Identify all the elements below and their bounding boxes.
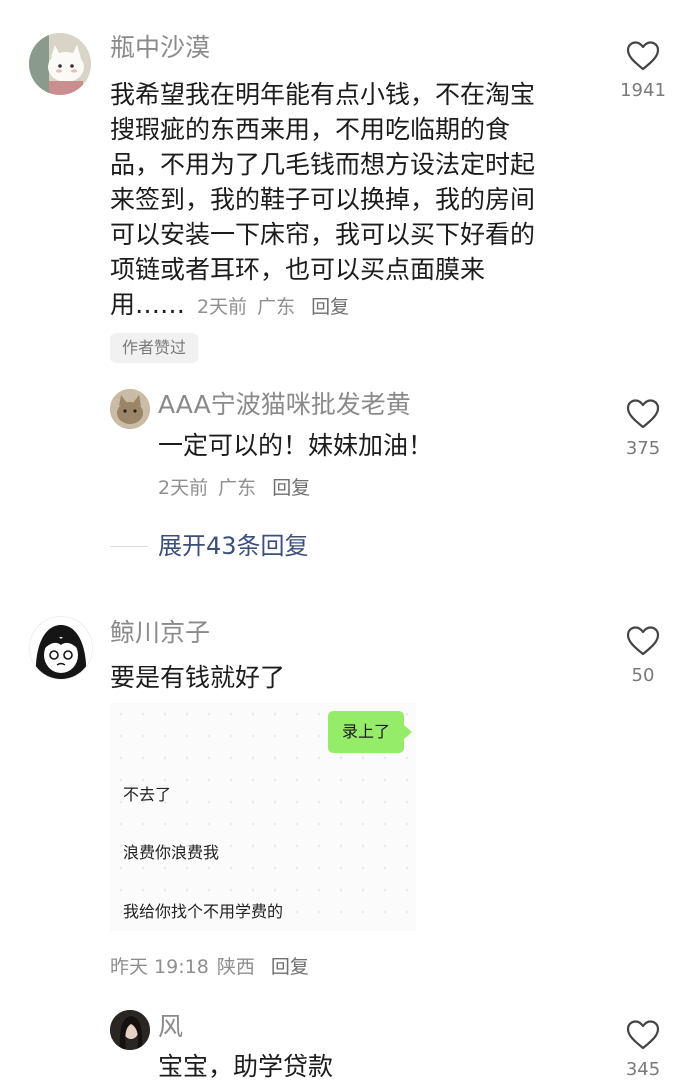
comment-line: 用…… [110,290,186,319]
avatar[interactable] [110,389,150,429]
reply-meta: 2天前 广东 回复 [158,476,310,500]
comment-time: 昨天 19:18 [110,956,209,978]
comment-location: 陕西 [216,956,255,978]
chat-message: 不去了 [123,785,172,804]
expand-replies-link[interactable]: 展开43条回复 [158,531,309,561]
comment-line: 我希望我在明年能有点小钱，不在淘宝 [110,80,536,109]
divider [110,546,148,547]
like-count: 50 [631,665,655,686]
cat-photo-avatar-icon [110,389,150,429]
like-count: 1941 [620,80,666,101]
heart-icon [626,399,660,429]
like-button[interactable]: 375 [608,398,678,460]
comment-line: 搜瑕疵的东西来用，不用吃临期的食 [110,115,511,144]
heart-icon [626,1020,660,1050]
comment-line: 用…… 2天前 广东 回复 [110,287,590,322]
avatar[interactable] [110,1010,150,1050]
like-button[interactable]: 345 [608,1019,678,1081]
like-count: 375 [625,438,661,459]
chat-message: 浪费你浪费我 [123,843,220,862]
comment-meta: 昨天 19:18 陕西 回复 [110,955,309,979]
comment-line: 来签到，我的鞋子可以换掉，我的房间 [110,185,536,214]
reply-button[interactable]: 回复 [272,477,310,499]
avatar[interactable] [29,33,91,95]
chat-message: 我给你找个不用学费的 [123,902,284,921]
heart-icon [626,626,660,656]
comment-content: 要是有钱就好了 [110,663,286,692]
reply-content: 宝宝，助学贷款 [158,1052,334,1081]
comment-meta: 2天前 广东 回复 [197,296,349,318]
reply-username[interactable]: AAA宁波猫咪批发老黄 [158,390,411,420]
author-liked-badge: 作者赞过 [110,333,199,363]
comment-image[interactable]: 录上了 不去了 浪费你浪费我 我给你找个不用学费的 [110,703,416,931]
cat-cartoon-avatar-icon [29,33,91,95]
comment-content: 我希望我在明年能有点小钱，不在淘宝 搜瑕疵的东西来用，不用吃临期的食 品，不用为… [110,77,590,322]
comment-time: 2天前 [196,296,248,318]
reply-content: 一定可以的！妹妹加油！ [158,431,434,460]
anime-girl-avatar-icon [30,617,92,679]
reply-time: 2天前 [158,477,209,499]
chat-bubble-sent: 录上了 [328,711,413,753]
comment-location: 广东 [257,296,296,318]
comment-username[interactable]: 鲸川京子 [110,618,210,648]
reply-username[interactable]: 风 [158,1012,183,1042]
like-button[interactable]: 1941 [608,40,678,102]
comment-line: 可以安装一下床帘，我可以买下好看的 [110,220,536,249]
avatar[interactable] [29,616,93,680]
comment-username[interactable]: 瓶中沙漠 [110,33,210,63]
reply-button[interactable]: 回复 [311,296,349,318]
woman-photo-avatar-icon [110,1010,150,1050]
like-button[interactable]: 50 [608,625,678,687]
reply-button[interactable]: 回复 [271,956,309,978]
heart-icon [626,41,660,71]
like-count: 345 [625,1059,661,1080]
comment-line: 品，不用为了几毛钱而想方设法定时起 [110,150,536,179]
reply-location: 广东 [218,477,257,499]
comment-line: 项链或者耳环，也可以买点面膜来 [110,255,486,284]
